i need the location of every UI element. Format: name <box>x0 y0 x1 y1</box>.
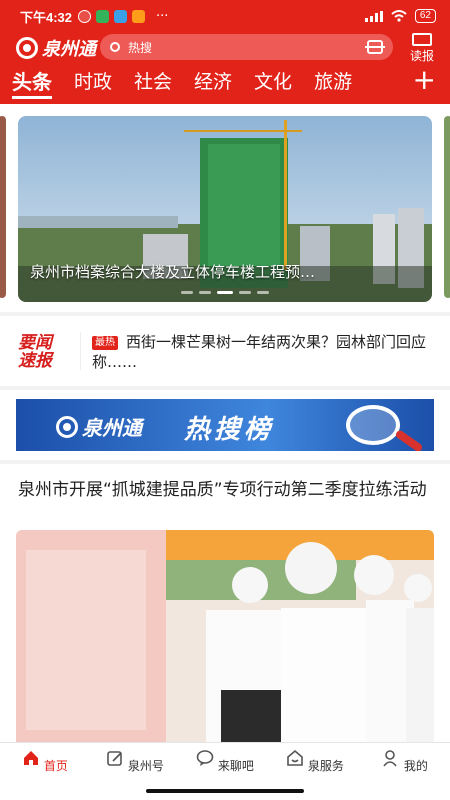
home-indicator[interactable] <box>146 789 304 793</box>
signal-icon <box>364 10 383 22</box>
article-title[interactable]: 泉州市开展“抓城建提品质”专项行动第二季度拉练活动 <box>18 478 434 503</box>
article-card[interactable]: 泉州市开展“抓城建提品质”专项行动第二季度拉练活动 <box>0 464 450 742</box>
carousel-dot <box>257 291 269 294</box>
nav-home-label: 首页 <box>43 759 68 773</box>
logo-icon <box>16 37 38 59</box>
read-paper-label: 读报 <box>409 49 434 63</box>
carousel-caption: 泉州市档案综合大楼及立体停车楼工程预… <box>30 263 316 281</box>
wifi-icon <box>391 10 407 22</box>
search-placeholder: 热搜 <box>128 40 153 55</box>
carousel-indicator <box>18 291 432 294</box>
hot-search-banner[interactable]: 泉州通 热搜榜 <box>16 399 434 451</box>
read-paper-button[interactable]: 读报 <box>402 33 442 64</box>
magnifier-handle <box>394 429 424 451</box>
inspection-photo <box>16 530 434 742</box>
carousel-dot <box>181 291 193 294</box>
status-more: ··· <box>156 8 169 24</box>
search-icon <box>110 42 120 52</box>
magnifier-icon <box>346 405 400 445</box>
profile-icon <box>383 750 397 767</box>
search-input[interactable]: 热搜 <box>100 34 393 60</box>
tab-culture[interactable]: 文化 <box>254 68 292 96</box>
chat-icon <box>196 750 214 766</box>
category-tabs: 头条 时政 社会 经济 文化 旅游 <box>0 68 450 104</box>
logo-icon <box>56 415 78 438</box>
news-ticker[interactable]: 要闻 速报 最热 西街一棵芒果树一年结两次果？园林部门回应称…… <box>0 316 450 386</box>
prev-slide-peek[interactable] <box>0 116 6 298</box>
divider <box>80 332 81 370</box>
edit-icon <box>107 751 122 766</box>
nav-profile[interactable]: 我的 <box>360 743 450 800</box>
tab-travel[interactable]: 旅游 <box>314 68 352 96</box>
hot-badge: 最热 <box>92 336 118 350</box>
carousel-dot <box>199 291 211 294</box>
mute-icon <box>78 9 92 23</box>
tab-society[interactable]: 社会 <box>134 68 172 96</box>
app-notification-icon <box>114 9 128 23</box>
home-icon <box>24 751 39 765</box>
add-tab-button[interactable]: + <box>413 64 436 96</box>
news-ticker-brand: 要闻 速报 <box>18 334 52 370</box>
tab-politics[interactable]: 时政 <box>74 68 112 96</box>
brand-line-2: 速报 <box>18 351 52 371</box>
hot-banner-logo: 泉州通 <box>56 412 142 441</box>
brand-line-1: 要闻 <box>18 333 52 353</box>
battery-indicator: 62 <box>414 9 436 23</box>
hot-search-banner-section: 泉州通 热搜榜 <box>0 390 450 460</box>
carousel-dot-active <box>217 291 233 294</box>
nav-service-label: 泉服务 <box>307 759 344 773</box>
news-ticker-text: 西街一棵芒果树一年结两次果？园林部门回应称…… <box>92 333 427 371</box>
carousel-dot <box>239 291 251 294</box>
status-time: 下午4:32 <box>20 9 73 25</box>
article-photo[interactable] <box>16 530 434 742</box>
task-icon <box>132 9 146 23</box>
nav-chat-label: 来聊吧 <box>217 759 254 773</box>
nav-quanzhou-hao-label: 泉州号 <box>127 759 164 773</box>
app-logo[interactable]: 泉州通 <box>16 35 96 61</box>
nav-profile-label: 我的 <box>403 759 428 773</box>
wechat-icon <box>96 9 110 23</box>
tab-headlines[interactable]: 头条 <box>12 68 52 99</box>
status-bar: 下午4:32 ··· 62 <box>0 0 450 32</box>
hot-banner-logo-text: 泉州通 <box>82 416 142 440</box>
news-ticker-item[interactable]: 最热 西街一棵芒果树一年结两次果？园林部门回应称…… <box>92 332 432 372</box>
nav-home[interactable]: 首页 <box>0 743 90 800</box>
carousel-slide[interactable]: 泉州市档案综合大楼及立体停车楼工程预… <box>18 116 432 302</box>
next-slide-peek[interactable] <box>444 116 450 298</box>
carousel: 泉州市档案综合大楼及立体停车楼工程预… <box>0 104 450 312</box>
scan-icon[interactable] <box>365 40 385 54</box>
tab-economy[interactable]: 经济 <box>194 68 232 96</box>
newspaper-icon <box>412 33 432 46</box>
app-header: 下午4:32 ··· 62 泉州通 热搜 读报 头条 时政 社会 经济 文化 旅… <box>0 0 450 104</box>
service-icon <box>287 749 303 766</box>
logo-text: 泉州通 <box>42 39 96 60</box>
hot-banner-headline: 热搜榜 <box>184 415 275 445</box>
